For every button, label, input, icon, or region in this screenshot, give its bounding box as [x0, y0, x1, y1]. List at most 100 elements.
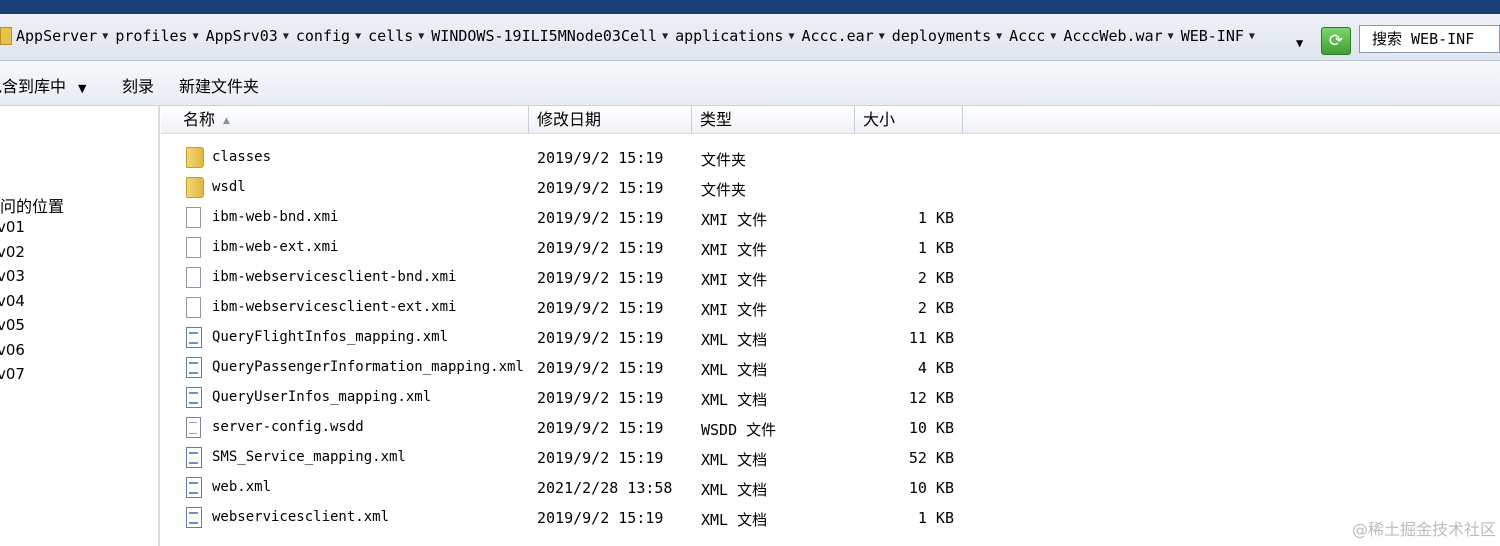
- chevron-down-icon[interactable]: ▼: [355, 31, 361, 42]
- file-type: XML 文档: [701, 511, 768, 529]
- breadcrumb-item[interactable]: profiles ▼: [115, 27, 201, 45]
- chevron-down-icon[interactable]: ▼: [879, 31, 885, 42]
- folder-icon: [0, 27, 12, 45]
- nav-item-server[interactable]: AppSrv05: [0, 316, 25, 334]
- xml-file-icon: [186, 447, 202, 468]
- folder-icon-shape: [186, 147, 204, 168]
- breadcrumb-item[interactable]: deployments ▼: [892, 27, 1005, 45]
- file-date: 2019/9/2 15:19: [537, 179, 664, 197]
- breadcrumb-label: deployments: [891, 27, 992, 45]
- file-row[interactable]: QueryUserInfos_mapping.xml 2019/9/2 15:19…: [161, 384, 1500, 414]
- file-row[interactable]: SMS_Service_mapping.xml 2019/9/2 15:19 XML…: [161, 444, 1500, 474]
- breadcrumb-item[interactable]: cells ▼: [368, 27, 427, 45]
- file-size: 4 KB: [917, 359, 954, 377]
- chevron-down-icon[interactable]: ▼: [193, 31, 199, 42]
- file-row[interactable]: server-config.wsdd 2019/9/2 15:19 WSDD 文件 1…: [161, 414, 1500, 444]
- file-list-view: 名称 ▲ 修改日期 类型 大小 classes 2019/9/2 15:19 文件夹 w…: [161, 106, 1500, 546]
- xml-file-icon-shape: [186, 387, 202, 408]
- file-type: 文件夹: [701, 181, 747, 199]
- file-date: 2019/9/2 15:19: [537, 299, 664, 317]
- file-type: XMI 文件: [701, 241, 768, 259]
- breadcrumb-label: cells: [368, 27, 414, 45]
- file-icon: [186, 207, 201, 228]
- file-type: XML 文档: [701, 331, 768, 349]
- file-date: 2019/9/2 15:19: [537, 209, 664, 227]
- nav-recent-places[interactable]: 最近访问的位置: [0, 193, 64, 217]
- chevron-down-icon[interactable]: ▼: [418, 31, 424, 42]
- file-row[interactable]: QueryPassengerInformation_mapping.xml 201…: [161, 354, 1500, 384]
- new-folder-button[interactable]: 新建文件夹: [179, 73, 259, 97]
- breadcrumb-item[interactable]: Accc.ear ▼: [802, 27, 888, 45]
- nav-item-server[interactable]: AppSrv03: [0, 267, 25, 285]
- navigation-pane: 最近访问的位置 AppSrv01 AppSrv02 AppSrv03 AppSrv04…: [0, 106, 160, 546]
- breadcrumb-item[interactable]: applications ▼: [675, 27, 797, 45]
- folder-icon: [186, 147, 204, 168]
- include-in-library-label: 包含到库中: [0, 77, 67, 96]
- xml-file-icon: [186, 327, 202, 348]
- file-row[interactable]: classes 2019/9/2 15:19 文件夹: [161, 144, 1500, 174]
- file-size: 1 KB: [917, 509, 954, 527]
- file-row[interactable]: QueryFlightInfos_mapping.xml 2019/9/2 15:…: [161, 324, 1500, 354]
- xml-file-icon-shape: [186, 447, 202, 468]
- breadcrumb-label: WINDOWS-19ILI5MNode03Cell: [431, 27, 658, 45]
- chevron-down-icon[interactable]: ▼: [996, 31, 1002, 42]
- file-row[interactable]: ibm-webservicesclient-ext.xmi 2019/9/2 15…: [161, 294, 1500, 324]
- document-icon: [186, 417, 201, 438]
- chevron-down-icon[interactable]: ▼: [102, 31, 108, 42]
- breadcrumb-item[interactable]: Accc ▼: [1009, 27, 1059, 45]
- breadcrumb-label: config: [295, 27, 351, 45]
- nav-item-server[interactable]: AppSrv06: [0, 341, 25, 359]
- file-size: 10 KB: [908, 479, 954, 497]
- breadcrumb-item[interactable]: AppSrv03 ▼: [206, 27, 292, 45]
- chevron-down-icon[interactable]: ▼: [788, 31, 794, 42]
- breadcrumb-label: WEB-INF: [1180, 27, 1244, 45]
- folder-icon-shape: [186, 177, 204, 198]
- breadcrumb-item[interactable]: AppServer ▼: [16, 27, 111, 45]
- burn-button[interactable]: 刻录: [122, 73, 154, 97]
- file-name: server-config.wsdd: [212, 419, 364, 435]
- column-date[interactable]: 修改日期: [529, 106, 692, 133]
- breadcrumb-label: AcccWeb.war: [1063, 27, 1163, 45]
- history-dropdown-icon[interactable]: ▼: [1296, 36, 1303, 50]
- nav-item-server[interactable]: AppSrv04: [0, 292, 25, 310]
- nav-item-server[interactable]: AppSrv02: [0, 243, 25, 261]
- file-size: 2 KB: [917, 269, 954, 287]
- file-date: 2019/9/2 15:19: [537, 389, 664, 407]
- file-size: 1 KB: [917, 239, 954, 257]
- file-row[interactable]: ibm-web-bnd.xmi 2019/9/2 15:19 XMI 文件 1 KB: [161, 204, 1500, 234]
- chevron-down-icon[interactable]: ▼: [1168, 31, 1174, 42]
- file-row[interactable]: webservicesclient.xml 2019/9/2 15:19 XML 文…: [161, 504, 1500, 534]
- chevron-down-icon[interactable]: ▼: [662, 31, 668, 42]
- file-name: QueryUserInfos_mapping.xml: [212, 389, 432, 405]
- nav-item-server[interactable]: AppSrv01: [0, 218, 25, 236]
- refresh-button[interactable]: ⟳: [1321, 27, 1351, 55]
- xml-file-icon: [186, 357, 202, 378]
- chevron-down-icon: ▼: [78, 82, 87, 95]
- breadcrumb-label: Accc: [1009, 27, 1046, 45]
- file-date: 2019/9/2 15:19: [537, 269, 664, 287]
- breadcrumb-item[interactable]: config ▼: [296, 27, 364, 45]
- chevron-down-icon[interactable]: ▼: [283, 31, 289, 42]
- chevron-down-icon[interactable]: ▼: [1249, 31, 1255, 42]
- column-type[interactable]: 类型: [692, 106, 855, 133]
- nav-item-server[interactable]: AppSrv07: [0, 365, 25, 383]
- file-row[interactable]: ibm-webservicesclient-bnd.xmi 2019/9/2 15…: [161, 264, 1500, 294]
- breadcrumb-item[interactable]: WINDOWS-19ILI5MNode03Cell ▼: [431, 27, 671, 45]
- include-in-library-menu[interactable]: 包含到库中 ▼: [0, 73, 86, 97]
- file-date: 2019/9/2 15:19: [537, 329, 664, 347]
- file-icon-shape: [186, 237, 201, 258]
- file-row[interactable]: wsdl 2019/9/2 15:19 文件夹: [161, 174, 1500, 204]
- file-row[interactable]: ibm-web-ext.xmi 2019/9/2 15:19 XMI 文件 1 KB: [161, 234, 1500, 264]
- file-icon-shape: [186, 297, 201, 318]
- chevron-down-icon[interactable]: ▼: [1050, 31, 1056, 42]
- column-header: 名称 ▲ 修改日期 类型 大小: [161, 106, 1500, 134]
- column-name[interactable]: 名称 ▲: [161, 106, 529, 133]
- file-row[interactable]: web.xml 2021/2/28 13:58 XML 文档 10 KB: [161, 474, 1500, 504]
- column-name-label: 名称: [183, 110, 216, 129]
- address-bar[interactable]: AppServer ▼ profiles ▼ AppSrv03 ▼ config ▼ cells…: [0, 14, 1500, 61]
- column-size[interactable]: 大小: [855, 106, 963, 133]
- search-input[interactable]: 搜索 WEB-INF: [1359, 25, 1500, 53]
- breadcrumb-item[interactable]: WEB-INF ▼: [1181, 27, 1258, 45]
- breadcrumb-item[interactable]: AcccWeb.war ▼: [1063, 27, 1176, 45]
- file-date: 2019/9/2 15:19: [537, 359, 664, 377]
